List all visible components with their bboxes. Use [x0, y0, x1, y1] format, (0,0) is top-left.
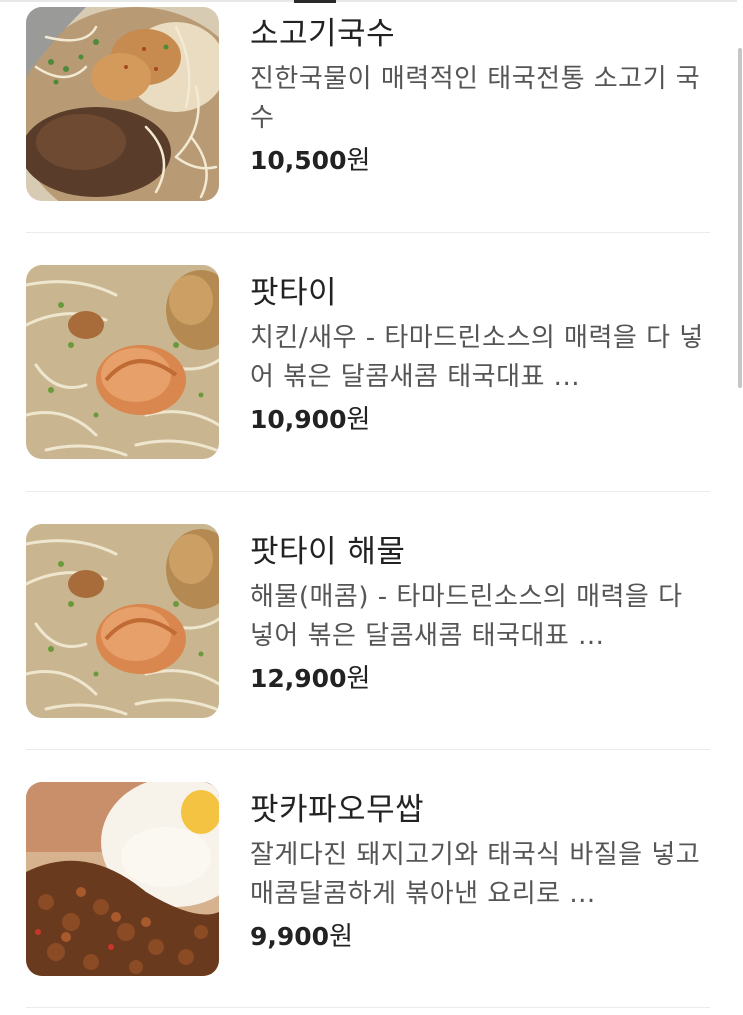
menu-item-price: 12,900원 [250, 661, 710, 697]
menu-item[interactable]: 팟타이 치킨/새우 - 타마드린소스의 매력을 다 넣어 볶은 달콤새콤 태국대… [26, 233, 710, 492]
menu-item-price: 9,900원 [250, 919, 710, 955]
menu-list: 소고기국수 진한국물이 매력적인 태국전통 소고기 국수 10,500원 팟타이… [26, 0, 710, 1008]
menu-item-name: 팟타이 [250, 275, 338, 311]
price-value: 9,900 [250, 922, 330, 951]
menu-item-info: 팟카파오무쌉 잘게다진 돼지고기와 태국식 바질을 넣고 매콤달콤하게 볶아낸 … [250, 788, 710, 955]
price-currency: 원 [346, 664, 371, 694]
menu-item-description: 해물(매콤) - 타마드린소스의 매력을 다 넣어 볶은 달콤새콤 태국대표 .… [250, 582, 683, 651]
price-value: 10,900 [250, 405, 347, 434]
pad-thai-photo[interactable] [26, 265, 219, 459]
menu-item[interactable]: 팟카파오무쌉 잘게다진 돼지고기와 태국식 바질을 넣고 매콤달콤하게 볶아낸 … [26, 750, 710, 1008]
beef-noodle-soup-photo[interactable] [26, 7, 219, 201]
menu-item-description: 잘게다진 돼지고기와 태국식 바질을 넣고 매콤달콤하게 볶아낸 요리로 ... [250, 840, 701, 909]
price-value: 12,900 [250, 664, 347, 693]
menu-item-info: 팟타이 치킨/새우 - 타마드린소스의 매력을 다 넣어 볶은 달콤새콤 태국대… [250, 271, 710, 438]
price-value: 10,500 [250, 146, 347, 175]
menu-item-info: 팟타이 해물 해물(매콤) - 타마드린소스의 매력을 다 넣어 볶은 달콤새콤… [250, 530, 710, 697]
price-currency: 원 [346, 146, 371, 176]
price-currency: 원 [346, 405, 371, 435]
menu-item-name: 소고기국수 [250, 16, 396, 52]
scrollbar-thumb[interactable] [738, 48, 742, 388]
menu-item-price: 10,500원 [250, 143, 710, 179]
pad-kra-pao-photo[interactable] [26, 782, 219, 976]
menu-item-info: 소고기국수 진한국물이 매력적인 태국전통 소고기 국수 10,500원 [250, 12, 710, 179]
price-currency: 원 [329, 922, 353, 952]
menu-item-description: 치킨/새우 - 타마드린소스의 매력을 다 넣어 볶은 달콤새콤 태국대표 ..… [250, 323, 704, 392]
menu-item[interactable]: 소고기국수 진한국물이 매력적인 태국전통 소고기 국수 10,500원 [26, 0, 710, 233]
menu-item-description: 진한국물이 매력적인 태국전통 소고기 국수 [250, 64, 701, 133]
menu-item-price: 10,900원 [250, 402, 710, 438]
menu-page: 소고기국수 진한국물이 매력적인 태국전통 소고기 국수 10,500원 팟타이… [0, 0, 743, 1015]
menu-item-name: 팟타이 해물 [250, 534, 406, 570]
pad-thai-seafood-photo[interactable] [26, 524, 219, 718]
menu-item[interactable]: 팟타이 해물 해물(매콤) - 타마드린소스의 매력을 다 넣어 볶은 달콤새콤… [26, 492, 710, 750]
menu-item-name: 팟카파오무쌉 [250, 792, 425, 828]
